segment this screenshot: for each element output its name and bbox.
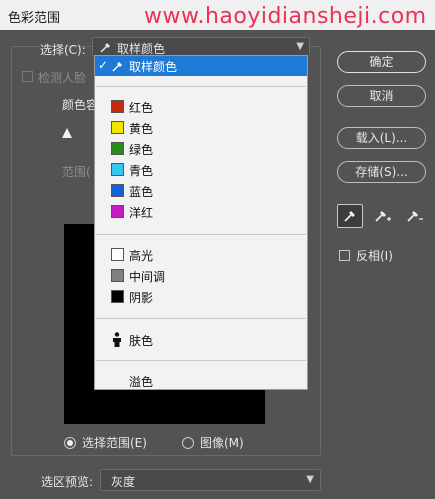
radio-selection[interactable]: 选择范围(E) (64, 434, 147, 451)
checkmark-icon: ✓ (98, 58, 109, 72)
menu-item-cyans[interactable]: 青色 (95, 160, 307, 180)
menu-item-label: 中间调 (129, 270, 166, 284)
subtract-eyedropper-tool[interactable] (401, 204, 427, 228)
menu-item-label: 黄色 (129, 122, 154, 136)
invert-option[interactable]: 反相(I) (339, 247, 393, 264)
detect-faces-label: 检测人脸 (38, 71, 87, 85)
eyedropper-icon (344, 211, 355, 222)
menu-item-label: 红色 (129, 101, 154, 115)
menu-item-blues[interactable]: 蓝色 (95, 181, 307, 201)
green-swatch (111, 142, 124, 155)
person-icon (113, 332, 121, 347)
chevron-down-icon: ▼ (296, 41, 304, 52)
menu-item-magentas[interactable]: 洋红 (95, 202, 307, 222)
menu-item-label: 高光 (129, 249, 154, 263)
menu-item-out-of-gamut[interactable]: 溢色 (95, 371, 307, 389)
preview-label: 选区预览: (41, 475, 94, 489)
menu-separator (96, 234, 306, 235)
watermark: www.haoyidiansheji.com (144, 4, 427, 29)
gray-swatch (111, 269, 124, 282)
magenta-swatch (111, 205, 124, 218)
menu-item-yellows[interactable]: 黄色 (95, 118, 307, 138)
menu-separator (96, 318, 306, 319)
red-swatch (111, 100, 124, 113)
fuzziness-label: 颜色容 (62, 98, 99, 112)
menu-item-highlights[interactable]: 高光 (95, 245, 307, 265)
eyedropper-tools (337, 204, 427, 228)
menu-item-sampled-colors[interactable]: ✓ 取样颜色 (95, 56, 307, 76)
eyedropper-icon (100, 43, 110, 53)
white-swatch (111, 248, 124, 261)
invert-label: 反相(I) (356, 249, 393, 263)
menu-item-label: 绿色 (129, 143, 154, 157)
add-eyedropper-tool[interactable] (369, 204, 395, 228)
preview-select[interactable]: 灰度 ▼ (100, 469, 321, 491)
cyan-swatch (111, 163, 124, 176)
menu-item-reds[interactable]: 红色 (95, 97, 307, 117)
menu-separator (96, 360, 306, 361)
invert-checkbox[interactable] (339, 250, 350, 261)
range-label: 范围( (62, 165, 91, 179)
menu-item-label: 青色 (129, 164, 154, 178)
eyedropper-icon (112, 62, 122, 72)
menu-item-label: 蓝色 (129, 185, 154, 199)
menu-item-label: 洋红 (129, 206, 154, 220)
menu-item-label: 溢色 (129, 375, 154, 389)
cancel-button[interactable]: 取消 (337, 85, 426, 107)
menu-item-label: 取样颜色 (129, 60, 178, 74)
menu-item-shadows[interactable]: 阴影 (95, 287, 307, 307)
blue-swatch (111, 184, 124, 197)
eyedropper-tool[interactable] (337, 204, 363, 228)
menu-item-label: 阴影 (129, 291, 154, 305)
yellow-swatch (111, 121, 124, 134)
eyedropper-plus-icon (375, 211, 391, 222)
save-button[interactable]: 存储(S)... (337, 161, 426, 183)
menu-separator (96, 86, 306, 87)
chevron-down-icon: ▼ (306, 474, 314, 485)
preview-select-value: 灰度 (111, 475, 136, 489)
menu-item-label: 肤色 (129, 334, 154, 348)
black-swatch (111, 290, 124, 303)
radio-image-dot[interactable] (182, 436, 194, 449)
radio-selection-label: 选择范围(E) (82, 436, 147, 450)
load-button[interactable]: 载入(L)... (337, 127, 426, 149)
menu-item-greens[interactable]: 绿色 (95, 139, 307, 159)
eyedropper-minus-icon (407, 211, 423, 222)
menu-item-midtones[interactable]: 中间调 (95, 266, 307, 286)
ok-button[interactable]: 确定 (337, 51, 426, 73)
title-bar: 色彩范围 www.haoyidiansheji.com (0, 0, 435, 30)
menu-item-skin-tones[interactable]: 肤色 (95, 330, 307, 350)
select-dropdown[interactable]: 取样颜色 ▼ (92, 37, 310, 57)
fuzziness-slider-thumb[interactable] (62, 128, 72, 138)
radio-image[interactable]: 图像(M) (182, 434, 244, 451)
radio-image-label: 图像(M) (200, 436, 244, 450)
radio-selection-dot[interactable] (64, 436, 76, 449)
select-menu: ✓ 取样颜色 红色 黄色 绿色 青色 蓝色 洋红 高光 中间调 阴影 肤色 溢色 (94, 55, 308, 390)
window-title: 色彩范围 (8, 11, 61, 26)
detect-faces-checkbox[interactable] (22, 71, 33, 82)
select-label: 选择(C): (40, 43, 86, 57)
